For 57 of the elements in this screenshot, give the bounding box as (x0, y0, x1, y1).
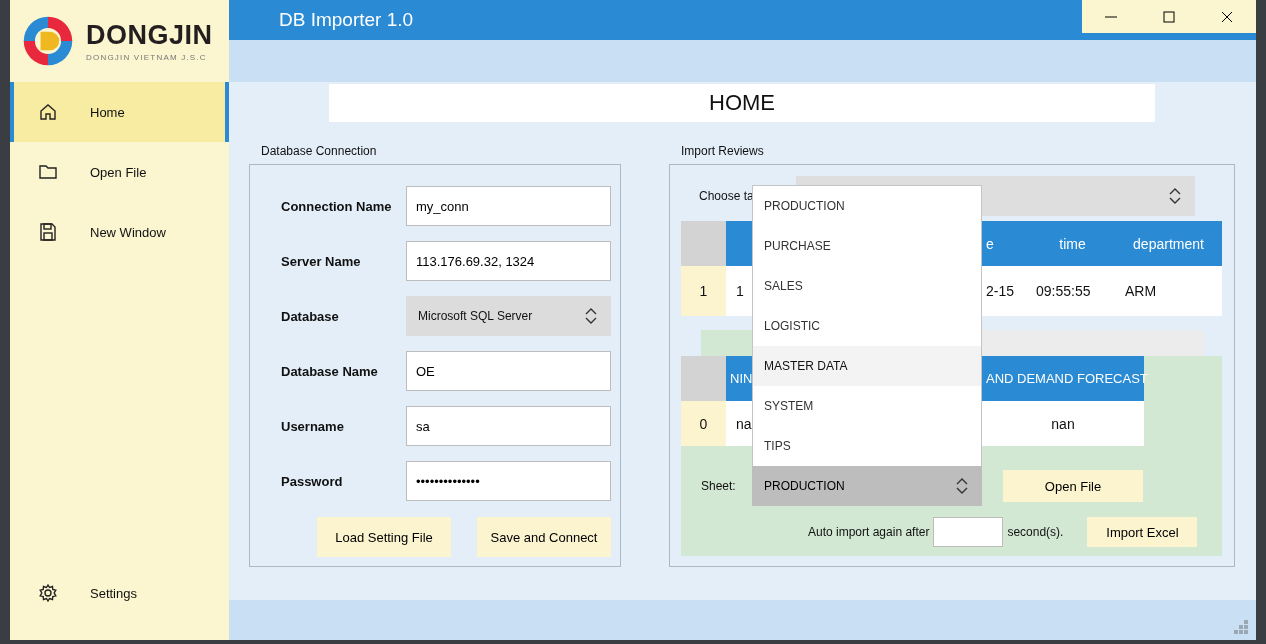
password-field[interactable]: •••••••••••••• (406, 461, 611, 501)
input-field[interactable]: sa (406, 406, 611, 446)
sheet-select[interactable]: PRODUCTION (752, 466, 982, 506)
column-header-text: NIN (730, 371, 753, 386)
logo-tagline: DONGJIN VIETNAM J.S.C (86, 53, 208, 62)
import-excel-button[interactable]: Import Excel (1087, 517, 1198, 547)
open-file-button[interactable]: Open File (1003, 470, 1143, 502)
table-cell: ARM (1115, 266, 1222, 316)
auto-import-label: Auto import again after (808, 525, 930, 539)
sidebar-item[interactable]: New Window (10, 202, 229, 262)
select-value: PRODUCTION (764, 479, 845, 493)
select-value: Microsoft SQL Server (418, 309, 533, 323)
sidebar-item[interactable]: Open File (10, 142, 229, 202)
resize-grip-icon (1234, 620, 1248, 634)
table-cell: nan (982, 401, 1144, 446)
maximize-icon (1163, 10, 1175, 23)
logo-name: DONGJIN (86, 20, 213, 51)
column-header-text: department (1133, 235, 1204, 252)
field-label: Database (281, 308, 340, 324)
close-icon (1221, 10, 1233, 23)
dropdown-option[interactable]: MASTER DATA (753, 346, 981, 386)
input-field[interactable]: my_conn (406, 186, 611, 226)
group-title: Database Connection (260, 144, 378, 160)
save-icon (38, 222, 58, 242)
table-corner (681, 356, 726, 401)
seconds-field[interactable] (933, 517, 1004, 547)
column-header-text: time (1059, 235, 1086, 252)
row-header: 0 (681, 401, 726, 446)
sidebar-item[interactable]: Home (10, 82, 229, 142)
table-corner (681, 221, 726, 266)
input-field[interactable]: OE (406, 351, 611, 391)
folder-icon (38, 162, 58, 182)
sheet-tab[interactable] (701, 330, 753, 356)
seconds-label: second(s). (1007, 525, 1064, 539)
page-title: HOME (329, 84, 1155, 122)
dropdown-option[interactable]: PRODUCTION (753, 186, 981, 226)
window-title: DB Importer 1.0 (279, 9, 414, 31)
row-header: 1 (681, 266, 726, 316)
dropdown-option[interactable]: SALES (753, 266, 981, 306)
group-title: Import Reviews (680, 144, 765, 160)
column-header-text: e (986, 235, 994, 252)
home-icon (38, 102, 58, 122)
sheet-label: Sheet: (700, 479, 737, 493)
table-cell: 09:55:55 (1030, 266, 1115, 316)
table-cell: 2-15 (982, 266, 1030, 316)
action-button[interactable]: Load Setting File (317, 517, 451, 557)
database-select[interactable]: Microsoft SQL Server (406, 296, 611, 336)
input-field[interactable]: 113.176.69.32, 1324 (406, 241, 611, 281)
action-button[interactable]: Save and Connect (477, 517, 611, 557)
field-label: Server Name (281, 253, 362, 269)
field-label: Connection Name (281, 198, 393, 214)
sidebar-item[interactable]: Settings (10, 563, 229, 623)
field-label: Password (281, 473, 344, 489)
dropdown-option[interactable]: PURCHASE (753, 226, 981, 266)
field-label: Database Name (281, 363, 379, 379)
settings-icon (38, 583, 58, 603)
field-label: Username (281, 418, 345, 434)
